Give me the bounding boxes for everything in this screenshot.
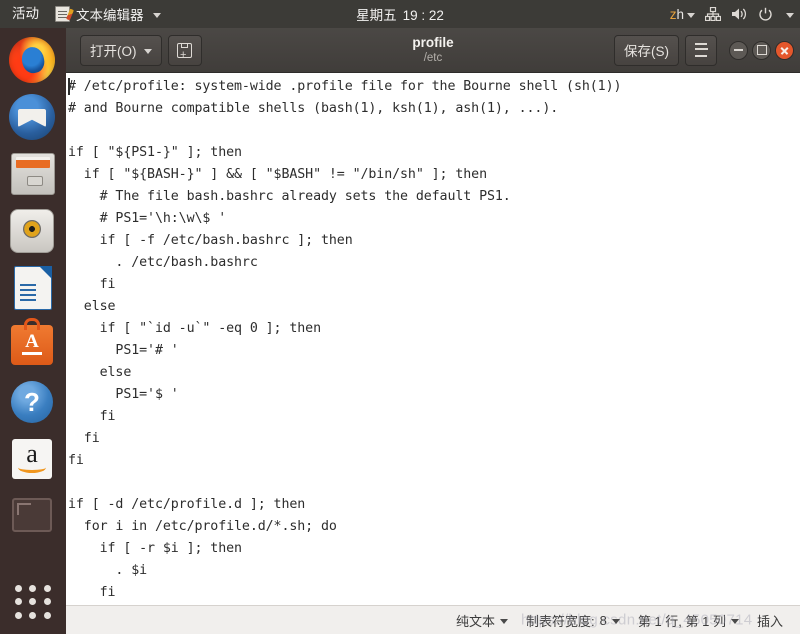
cursor-position-indicator[interactable]: 第 1 行, 第 1 列 xyxy=(629,611,748,630)
chevron-down-icon[interactable] xyxy=(786,12,794,18)
screen-root: 活动 文本编辑器 星期五 19 : 22 zh A ? a 打开(O) + pr… xyxy=(0,0,800,634)
close-icon xyxy=(780,46,789,55)
shopping-bag-icon xyxy=(11,318,53,365)
save-as-icon xyxy=(177,42,192,60)
dock-item-ubuntu-software[interactable] xyxy=(9,318,57,370)
headerbar-right-group: 保存(S) xyxy=(614,34,794,66)
chevron-down-icon xyxy=(499,618,508,624)
question-mark-icon: ? xyxy=(11,381,53,423)
file-cabinet-icon xyxy=(11,153,55,195)
chevron-down-icon xyxy=(143,48,152,54)
maximize-button[interactable] xyxy=(752,40,771,60)
language-indicator[interactable]: zh xyxy=(670,7,695,22)
app-menu-label: 文本编辑器 xyxy=(76,8,144,23)
dock-item-help[interactable]: ? xyxy=(9,379,57,427)
amazon-icon: a xyxy=(12,439,52,479)
chevron-down-icon xyxy=(152,12,161,18)
volume-icon-svg xyxy=(732,8,747,20)
power-icon[interactable] xyxy=(758,7,773,22)
dock-item-amazon[interactable]: a xyxy=(9,436,57,484)
dock-item-files[interactable] xyxy=(9,151,57,199)
tab-width-value: 8 xyxy=(599,612,607,628)
workspace-icon xyxy=(12,498,52,532)
app-menu-button[interactable]: 文本编辑器 xyxy=(49,4,167,24)
tab-width-selector[interactable]: 制表符宽度: 8 xyxy=(517,611,629,630)
save-button-label: 保存(S) xyxy=(624,44,669,59)
language-mode-label: 纯文本 xyxy=(455,613,495,629)
language-mode-selector[interactable]: 纯文本 xyxy=(447,611,517,630)
system-topbar: 活动 文本编辑器 星期五 19 : 22 zh xyxy=(0,0,800,28)
text-editor-window: 打开(O) profile /etc 保存(S) xyxy=(66,28,800,634)
dock-item-thunderbird[interactable] xyxy=(9,94,57,142)
tab-width-label: 制表符宽度: xyxy=(525,613,595,629)
dock-item-rhythmbox[interactable] xyxy=(9,208,57,256)
save-as-button[interactable] xyxy=(167,34,202,66)
document-icon xyxy=(14,266,52,310)
window-controls xyxy=(729,40,794,60)
minimize-button[interactable] xyxy=(729,40,748,60)
open-button-label: 打开(O) xyxy=(90,44,137,59)
volume-icon[interactable] xyxy=(731,7,748,21)
system-status-area: zh xyxy=(670,0,794,28)
chevron-down-icon xyxy=(611,618,620,624)
window-headerbar: 打开(O) profile /etc 保存(S) xyxy=(66,28,800,73)
insert-mode-label: 插入 xyxy=(756,613,783,629)
network-icon[interactable] xyxy=(705,7,721,21)
editor-text[interactable]: # /etc/profile: system-wide .profile fil… xyxy=(66,73,800,605)
dock-item-firefox[interactable] xyxy=(9,37,57,85)
minimize-icon xyxy=(734,49,743,51)
dock-item-workspace-switcher[interactable] xyxy=(9,493,57,541)
insert-mode-indicator: 插入 xyxy=(748,611,792,630)
chevron-down-icon xyxy=(687,12,695,18)
dock-item-libreoffice-writer[interactable] xyxy=(9,265,57,313)
maximize-icon xyxy=(756,45,767,55)
show-applications-button[interactable] xyxy=(11,582,55,622)
clock-day: 星期五 xyxy=(356,8,397,23)
editor-view[interactable]: # /etc/profile: system-wide .profile fil… xyxy=(66,73,800,605)
save-button[interactable]: 保存(S) xyxy=(614,34,679,66)
firefox-icon xyxy=(9,37,55,83)
chevron-down-icon xyxy=(730,618,739,624)
close-button[interactable] xyxy=(775,40,794,60)
network-icon-svg xyxy=(705,7,721,21)
menu-button[interactable] xyxy=(685,34,717,66)
power-icon-svg xyxy=(759,7,772,21)
ubuntu-dock: ? a xyxy=(0,28,66,634)
cursor-position-label: 第 1 行, 第 1 列 xyxy=(637,613,726,629)
activities-button[interactable]: 活动 xyxy=(0,0,49,28)
text-cursor xyxy=(68,78,70,95)
notepad-icon xyxy=(55,6,70,22)
clock-time: 19 : 22 xyxy=(402,8,444,23)
status-bar: https://blog.csdn.net/q_45050714 纯文本 制表符… xyxy=(66,605,800,634)
hamburger-icon xyxy=(695,43,708,57)
thunderbird-icon xyxy=(9,94,55,140)
open-button[interactable]: 打开(O) xyxy=(80,34,162,66)
speaker-icon xyxy=(10,209,54,253)
